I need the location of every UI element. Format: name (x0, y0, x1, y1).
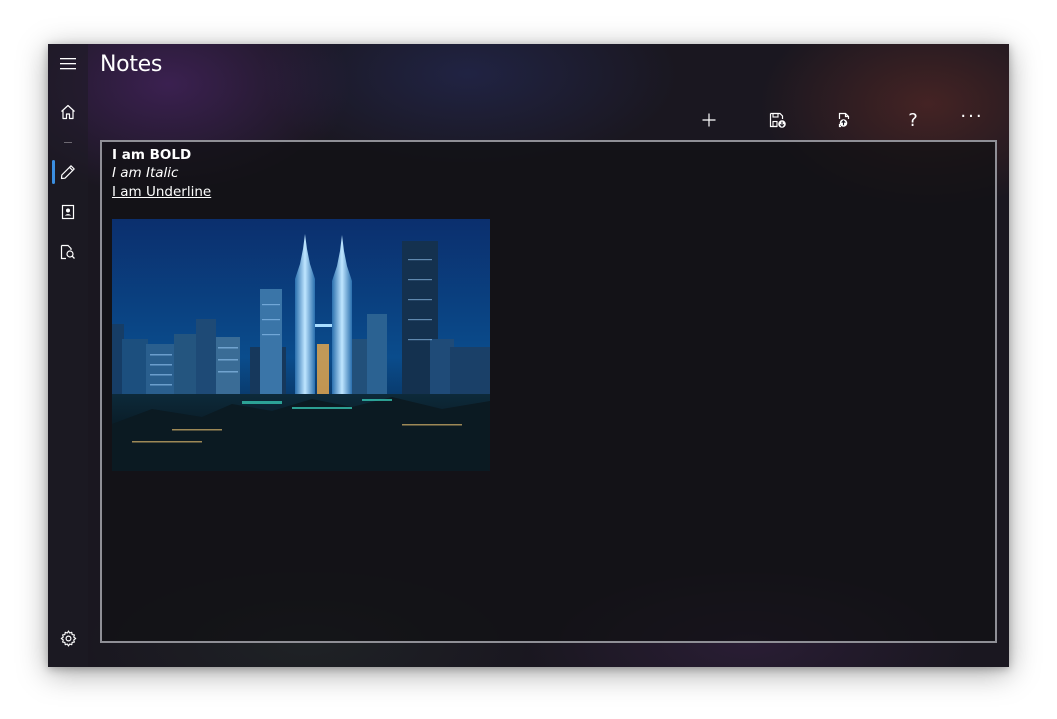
inserted-image[interactable] (112, 219, 490, 471)
nav-item-edit[interactable] (48, 152, 88, 192)
nav-item-contacts[interactable] (48, 192, 88, 232)
pencil-icon (60, 165, 75, 180)
help-button[interactable]: ? (893, 102, 933, 138)
nav-item-home[interactable] (48, 92, 88, 132)
contact-card-icon (61, 204, 75, 220)
nav-rail (48, 44, 88, 667)
question-icon: ? (908, 109, 918, 131)
nav-item-settings[interactable] (48, 618, 88, 658)
nav-item-search-documents[interactable] (48, 232, 88, 272)
save-button[interactable] (758, 102, 798, 138)
city-skyline-image (112, 219, 490, 471)
hamburger-icon (60, 58, 76, 70)
save-icon (769, 112, 786, 128)
italic-text-line: I am Italic (112, 165, 179, 181)
open-file-icon (838, 112, 850, 127)
bold-text-line: I am BOLD (112, 147, 192, 163)
document-search-icon (60, 244, 75, 260)
underline-text-line: I am Underline (112, 184, 212, 200)
nav-separator (64, 142, 72, 143)
hamburger-menu-button[interactable] (48, 44, 88, 84)
app-window-frame: Notes ? ··· I am BOLD I am Italic I am U… (48, 44, 1009, 667)
open-file-button[interactable] (825, 102, 865, 138)
ellipsis-icon: ··· (960, 105, 984, 127)
app-title: Notes (100, 52, 163, 77)
gear-icon (60, 629, 76, 647)
add-button[interactable] (689, 102, 729, 138)
plus-icon (702, 113, 716, 127)
home-icon (61, 104, 75, 120)
more-options-button[interactable]: ··· (952, 102, 992, 138)
app-window: Notes ? ··· I am BOLD I am Italic I am U… (48, 44, 1009, 667)
note-editor[interactable]: I am BOLD I am Italic I am Underline (100, 140, 997, 643)
